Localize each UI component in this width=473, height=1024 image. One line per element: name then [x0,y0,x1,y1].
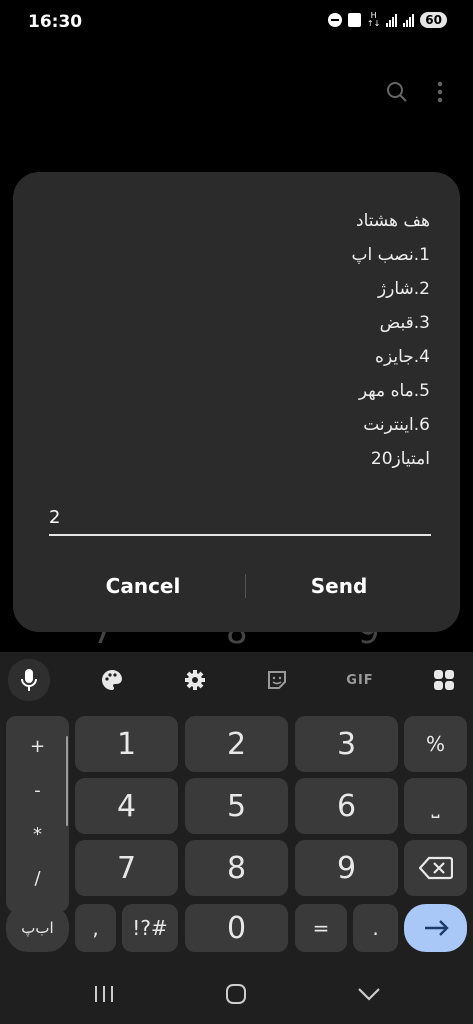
message-line: 2.شارژ [377,279,430,299]
message-line: امتیاز20 [370,449,430,469]
cancel-button[interactable]: Cancel [43,564,243,608]
enter-arrow-icon [424,920,449,936]
reply-input-wrap [49,500,431,536]
message-line: هف هشتاد [356,211,430,231]
sticker-icon[interactable] [257,660,297,700]
symbol-scrollbar[interactable] [66,736,68,826]
multiply-key[interactable]: * [6,824,69,845]
key-4[interactable]: 4 [75,778,178,834]
language-switch-key[interactable]: اب‌پ [6,904,69,952]
special-chars-key[interactable]: !?# [122,904,178,952]
key-9[interactable]: 9 [295,840,398,896]
key-6[interactable]: 6 [295,778,398,834]
message-line: 5.ماه مهر [358,381,430,401]
status-time: 16:30 [28,12,83,32]
do-not-disturb-icon [327,13,342,27]
message-line: 1.نصب اپ [351,245,430,265]
message-line: 3.قبض [379,313,430,333]
apps-grid-icon[interactable] [424,660,464,700]
back-chevron-icon[interactable] [349,980,389,1008]
dot-key[interactable]: . [353,904,398,952]
status-icons: H ↑↓ 60 [327,11,447,28]
backspace-key[interactable] [404,840,467,896]
gif-icon[interactable]: GIF [340,660,380,700]
navigation-bar [0,962,473,1024]
signal-icon [386,13,398,27]
keyboard: GIF + - * / 1 2 3 % 4 5 6 ⎵ 7 8 9 اب‌پ ,… [0,652,473,962]
enter-key[interactable] [404,904,467,952]
status-bar: 16:30 H ↑↓ 60 [0,0,473,46]
key-5[interactable]: 5 [185,778,288,834]
key-0[interactable]: 0 [185,904,288,952]
keyboard-toolbar: GIF [0,652,473,708]
symbol-panel[interactable]: + - * / [6,716,69,912]
key-7[interactable]: 7 [75,840,178,896]
settings-gear-icon[interactable] [175,660,215,700]
backspace-icon [418,856,453,880]
space-key[interactable]: ⎵ [404,778,467,834]
more-options-icon[interactable] [437,80,443,104]
microphone-icon[interactable] [8,659,50,701]
network-type-icon: H ↑↓ [366,11,381,28]
reply-input[interactable] [49,500,431,534]
app-top-actions [385,80,443,104]
home-icon[interactable] [216,980,256,1008]
key-1[interactable]: 1 [75,716,178,772]
message-line: 6.اینترنت [363,415,430,435]
key-2[interactable]: 2 [185,716,288,772]
minus-key[interactable]: - [6,780,69,801]
recent-apps-icon[interactable] [84,980,124,1008]
palette-icon[interactable] [92,660,132,700]
key-8[interactable]: 8 [185,840,288,896]
search-icon[interactable] [385,80,409,104]
percent-key[interactable]: % [404,716,467,772]
message-line: 4.جایزه [375,347,430,367]
ussd-dialog: هف هشتاد 1.نصب اپ 2.شارژ 3.قبض 4.جایزه 5… [13,172,460,632]
ussd-message: هف هشتاد 1.نصب اپ 2.شارژ 3.قبض 4.جایزه 5… [351,204,430,476]
equals-key[interactable]: = [295,904,347,952]
comma-key[interactable]: , [75,904,116,952]
sim-card-icon [347,13,361,27]
battery-icon: 60 [420,12,447,28]
send-button[interactable]: Send [239,564,439,608]
plus-key[interactable]: + [6,736,69,757]
key-3[interactable]: 3 [295,716,398,772]
divide-key[interactable]: / [6,868,69,889]
signal-icon-2 [403,13,415,27]
dialog-actions: Cancel Send [13,564,460,608]
